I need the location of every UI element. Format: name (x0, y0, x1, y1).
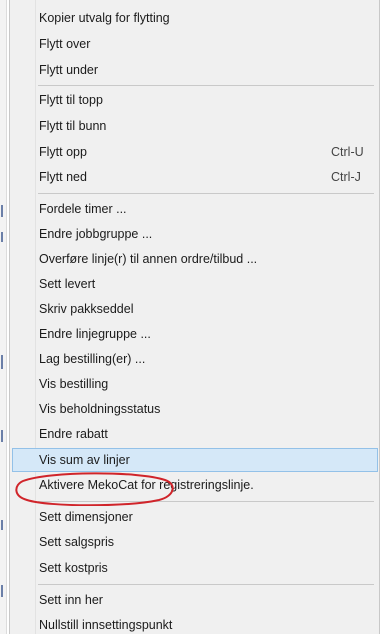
menu-item-label: Sett salgspris (39, 535, 115, 549)
menu-item-vis-sum-av-linjer[interactable]: Vis sum av linjer (12, 448, 378, 472)
menu-item-label: Nullstill innsettingspunkt (39, 618, 173, 632)
menu-item-label: Flytt til topp (39, 93, 103, 107)
menu-item-overfore-linjer[interactable]: Overføre linje(r) til annen ordre/tilbud… (12, 247, 378, 271)
window-edge-mark (1, 355, 3, 369)
menu-item-label: Flytt opp (39, 145, 87, 159)
menu-item-flytt-over[interactable]: Flytt over (12, 32, 378, 56)
menu-item-label: Flytt under (39, 63, 99, 77)
menu-item-nullstill-innsettingspunkt[interactable]: Nullstill innsettingspunkt (12, 613, 378, 634)
window-edge-mark (1, 430, 3, 442)
menu-item-label: Sett levert (39, 277, 96, 291)
menu-item-label: Skriv pakkseddel (39, 302, 134, 316)
menu-item-shortcut: Ctrl-U (331, 145, 364, 159)
menu-item-flytt-til-topp[interactable]: Flytt til topp (12, 88, 378, 112)
menu-separator (38, 85, 374, 86)
menu-separator (38, 501, 374, 502)
menu-item-label: Endre jobbgruppe ... (39, 227, 153, 241)
menu-item-flytt-under[interactable]: Flytt under (12, 58, 378, 82)
menu-item-vis-beholdningsstatus[interactable]: Vis beholdningsstatus (12, 397, 378, 421)
menu-item-label: Kopier utvalg for flytting (39, 11, 170, 25)
menu-item-label: Sett dimensjoner (39, 510, 133, 524)
menu-item-vis-bestilling[interactable]: Vis bestilling (12, 372, 378, 396)
menu-item-kopier-utvalg[interactable]: Kopier utvalg for flytting (12, 6, 378, 30)
menu-item-endre-rabatt[interactable]: Endre rabatt (12, 422, 378, 446)
menu-item-label: Flytt til bunn (39, 119, 107, 133)
menu-item-label: Sett inn her (39, 593, 103, 607)
menu-item-fordele-timer[interactable]: Fordele timer ... (12, 197, 378, 221)
context-menu: Kopier utvalg for flytting Flytt over Fl… (9, 0, 380, 634)
menu-item-sett-levert[interactable]: Sett levert (12, 272, 378, 296)
menu-item-label: Vis sum av linjer (39, 453, 130, 467)
menu-item-sett-inn-her[interactable]: Sett inn her (12, 588, 378, 612)
menu-item-label: Sett kostpris (39, 561, 108, 575)
window-edge-mark (1, 520, 3, 530)
menu-item-label: Overføre linje(r) til annen ordre/tilbud… (39, 252, 258, 266)
window-edge-mark (1, 585, 3, 597)
menu-item-label: Lag bestilling(er) ... (39, 352, 146, 366)
menu-item-endre-linjegruppe[interactable]: Endre linjegruppe ... (12, 322, 378, 346)
menu-item-sett-salgspris[interactable]: Sett salgspris (12, 530, 378, 554)
menu-item-sett-dimensjoner[interactable]: Sett dimensjoner (12, 505, 378, 529)
menu-item-label: Vis beholdningsstatus (39, 402, 161, 416)
menu-item-shortcut: Ctrl-J (331, 170, 361, 184)
menu-item-label: Flytt ned (39, 170, 87, 184)
background-window-edge (0, 0, 7, 634)
screenshot-canvas: Kopier utvalg for flytting Flytt over Fl… (0, 0, 385, 634)
menu-item-flytt-til-bunn[interactable]: Flytt til bunn (12, 114, 378, 138)
window-edge-mark (1, 232, 3, 242)
menu-item-label: Vis bestilling (39, 377, 109, 391)
window-edge-mark (1, 205, 3, 217)
menu-item-label: Endre linjegruppe ... (39, 327, 151, 341)
menu-separator (38, 193, 374, 194)
menu-item-sett-kostpris[interactable]: Sett kostpris (12, 556, 378, 580)
menu-item-skriv-pakkseddel[interactable]: Skriv pakkseddel (12, 297, 378, 321)
menu-item-label: Endre rabatt (39, 427, 108, 441)
menu-item-aktivere-mekocat[interactable]: Aktivere MekoCat for registreringslinje. (12, 473, 378, 497)
menu-item-label: Aktivere MekoCat for registreringslinje. (39, 478, 254, 492)
menu-item-endre-jobbgruppe[interactable]: Endre jobbgruppe ... (12, 222, 378, 246)
menu-item-label: Flytt over (39, 37, 91, 51)
menu-item-flytt-ned[interactable]: Flytt ned Ctrl-J (12, 165, 378, 189)
menu-separator (38, 584, 374, 585)
menu-item-lag-bestilling[interactable]: Lag bestilling(er) ... (12, 347, 378, 371)
menu-item-flytt-opp[interactable]: Flytt opp Ctrl-U (12, 140, 378, 164)
menu-item-label: Fordele timer ... (39, 202, 127, 216)
